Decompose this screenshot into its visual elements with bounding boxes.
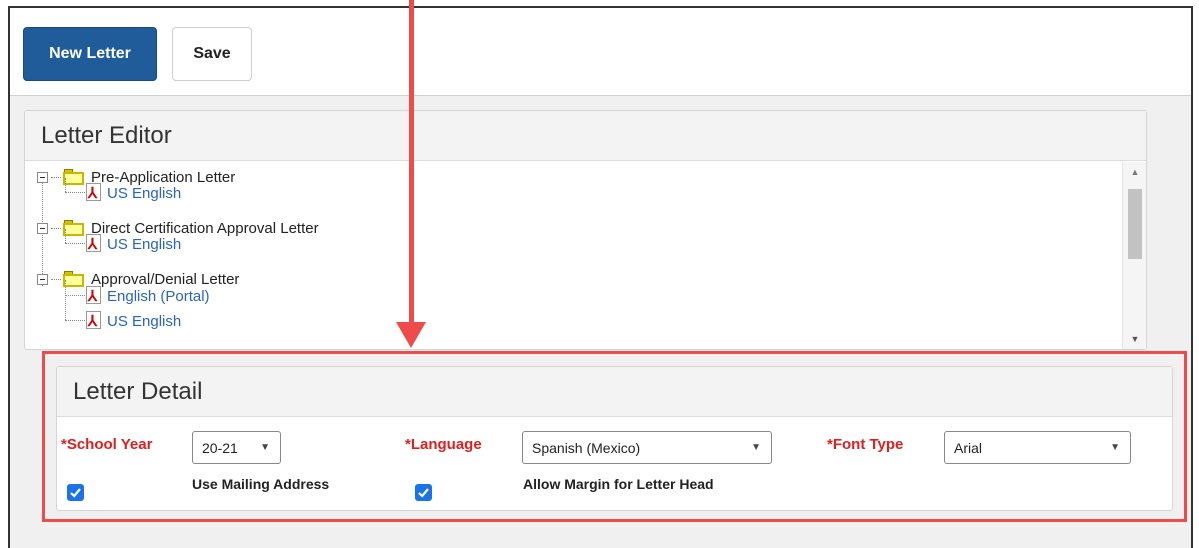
- tree-document-link[interactable]: US English: [107, 236, 181, 253]
- pdf-icon: ⅄: [83, 234, 105, 254]
- scroll-thumb[interactable]: [1128, 189, 1142, 259]
- tree-scrollbar[interactable]: ▲ ▼: [1122, 162, 1146, 349]
- collapse-icon[interactable]: [37, 273, 48, 285]
- folder-icon: [63, 169, 85, 185]
- tree-document[interactable]: ⅄ English (Portal): [83, 285, 210, 307]
- letter-editor-title: Letter Editor: [25, 111, 1146, 161]
- folder-icon: [63, 220, 85, 236]
- letter-tree: Pre-Application Letter ⅄ US English Dire…: [25, 162, 1122, 349]
- toolbar: New Letter Save: [10, 8, 1191, 96]
- tree-document[interactable]: ⅄ US English: [83, 233, 181, 255]
- annotation-arrow: [409, 0, 414, 327]
- save-button[interactable]: Save: [172, 27, 252, 81]
- tree-document-link[interactable]: US English: [107, 313, 181, 330]
- folder-icon: [63, 271, 85, 287]
- collapse-icon[interactable]: [37, 222, 48, 234]
- new-letter-button[interactable]: New Letter: [23, 27, 157, 81]
- pdf-icon: ⅄: [83, 286, 105, 306]
- tree-document-link[interactable]: English (Portal): [107, 288, 210, 305]
- annotation-highlight-box: [42, 351, 1187, 522]
- tree-document[interactable]: ⅄ US English: [83, 182, 181, 204]
- collapse-icon[interactable]: [37, 171, 48, 183]
- scroll-up-icon[interactable]: ▲: [1123, 162, 1147, 182]
- pdf-icon: ⅄: [83, 183, 105, 203]
- annotation-arrow-head: [396, 322, 426, 348]
- pdf-icon: ⅄: [83, 311, 105, 331]
- scroll-down-icon[interactable]: ▼: [1123, 329, 1147, 349]
- tree-document[interactable]: ⅄ US English: [83, 310, 181, 332]
- letter-editor-panel: Letter Editor Pre-Application Letter ⅄ U…: [24, 110, 1147, 350]
- tree-document-link[interactable]: US English: [107, 185, 181, 202]
